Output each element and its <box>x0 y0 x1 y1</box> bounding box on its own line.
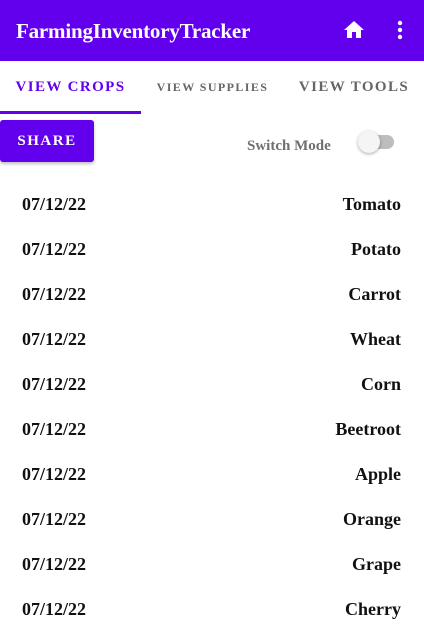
list-item[interactable]: 07/12/22 Corn <box>0 361 424 406</box>
switch-mode-toggle[interactable] <box>358 130 396 154</box>
more-vert-icon <box>397 20 403 40</box>
crop-date: 07/12/22 <box>22 284 87 304</box>
tab-view-supplies[interactable]: VIEW SUPPLIES <box>141 61 284 114</box>
switch-mode-label: Switch Mode <box>247 138 331 154</box>
switch-thumb <box>358 131 380 153</box>
tab-view-tools[interactable]: VIEW TOOLS <box>284 61 424 114</box>
crop-date: 07/12/22 <box>22 194 87 214</box>
list-item[interactable]: 07/12/22 Wheat <box>0 316 424 361</box>
crop-date: 07/12/22 <box>22 554 87 574</box>
tab-view-crops[interactable]: VIEW CROPS <box>0 61 141 114</box>
list-item[interactable]: 07/12/22 Cherry <box>0 586 424 631</box>
list-item[interactable]: 07/12/22 Grape <box>0 541 424 586</box>
crop-name: Grape <box>352 554 401 574</box>
list-item[interactable]: 07/12/22 Tomato <box>0 181 424 226</box>
crop-list: 07/12/22 Tomato 07/12/22 Potato 07/12/22… <box>0 181 424 631</box>
crop-name: Wheat <box>350 329 401 349</box>
crop-date: 07/12/22 <box>22 509 87 529</box>
share-button[interactable]: SHARE <box>0 120 94 162</box>
crop-name: Corn <box>361 374 401 394</box>
crop-name: Beetroot <box>335 419 401 439</box>
tab-indicator <box>0 111 141 114</box>
crop-name: Carrot <box>348 284 401 304</box>
crop-date: 07/12/22 <box>22 374 87 394</box>
crop-date: 07/12/22 <box>22 329 87 349</box>
crop-date: 07/12/22 <box>22 464 87 484</box>
crop-name: Tomato <box>342 194 401 214</box>
list-item[interactable]: 07/12/22 Potato <box>0 226 424 271</box>
list-item[interactable]: 07/12/22 Beetroot <box>0 406 424 451</box>
app-title: FarmingInventoryTracker <box>16 19 251 43</box>
home-button[interactable] <box>342 18 366 42</box>
tab-bar: VIEW CROPS VIEW SUPPLIES VIEW TOOLS <box>0 61 424 114</box>
list-item[interactable]: 07/12/22 Carrot <box>0 271 424 316</box>
more-options-button[interactable] <box>388 18 412 42</box>
list-item[interactable]: 07/12/22 Apple <box>0 451 424 496</box>
crop-date: 07/12/22 <box>22 599 87 619</box>
crop-name: Potato <box>351 239 401 259</box>
crop-date: 07/12/22 <box>22 239 87 259</box>
crop-name: Cherry <box>345 599 401 619</box>
crop-name: Orange <box>343 509 401 529</box>
crop-date: 07/12/22 <box>22 419 87 439</box>
app-bar: FarmingInventoryTracker <box>0 0 424 61</box>
crop-name: Apple <box>354 464 401 484</box>
home-icon <box>344 21 364 38</box>
list-item[interactable]: 07/12/22 Orange <box>0 496 424 541</box>
